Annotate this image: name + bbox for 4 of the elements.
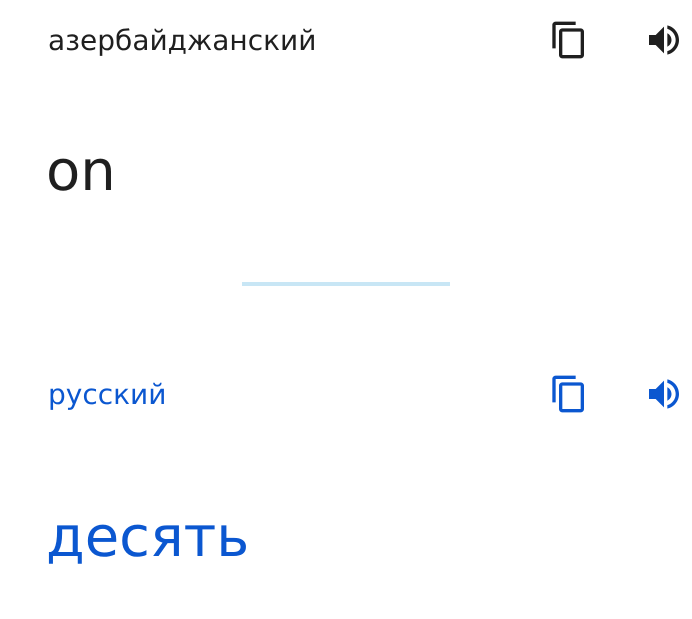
source-text: on <box>45 144 117 200</box>
translation-text: десять <box>45 510 250 566</box>
source-language: азербайджанский <box>48 24 316 56</box>
target-language: русский <box>48 378 166 410</box>
